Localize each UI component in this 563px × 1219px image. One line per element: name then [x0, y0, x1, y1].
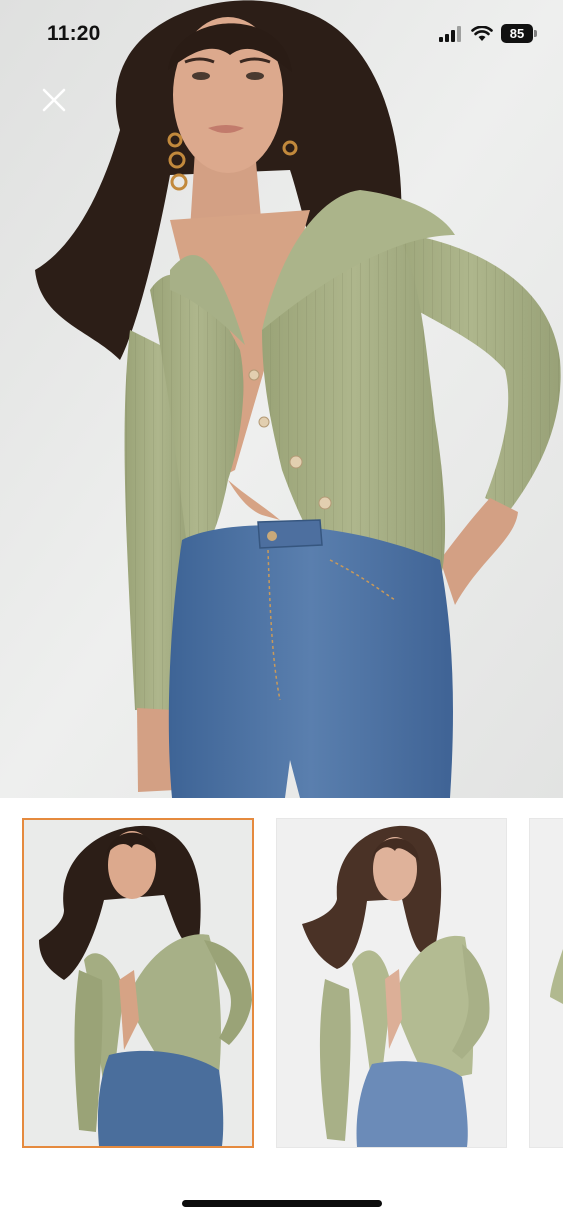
main-product-image[interactable]	[0, 0, 563, 798]
close-button[interactable]	[38, 84, 70, 116]
thumbnail-1[interactable]	[22, 818, 254, 1148]
thumbnail-strip[interactable]	[0, 798, 563, 1178]
wifi-icon	[471, 25, 493, 41]
thumbnail-3[interactable]	[529, 818, 563, 1148]
status-icons: 85	[439, 24, 537, 43]
battery-icon: 85	[501, 24, 537, 43]
status-bar: 11:20 85	[0, 0, 563, 72]
status-time: 11:20	[47, 22, 101, 45]
battery-cap	[534, 30, 537, 37]
product-image-viewer: 11:20 85	[0, 0, 563, 1219]
thumbnail-2[interactable]	[276, 818, 507, 1148]
battery-level: 85	[501, 24, 533, 43]
close-icon	[42, 88, 66, 112]
signal-icon	[439, 25, 461, 42]
home-indicator[interactable]	[182, 1200, 382, 1207]
